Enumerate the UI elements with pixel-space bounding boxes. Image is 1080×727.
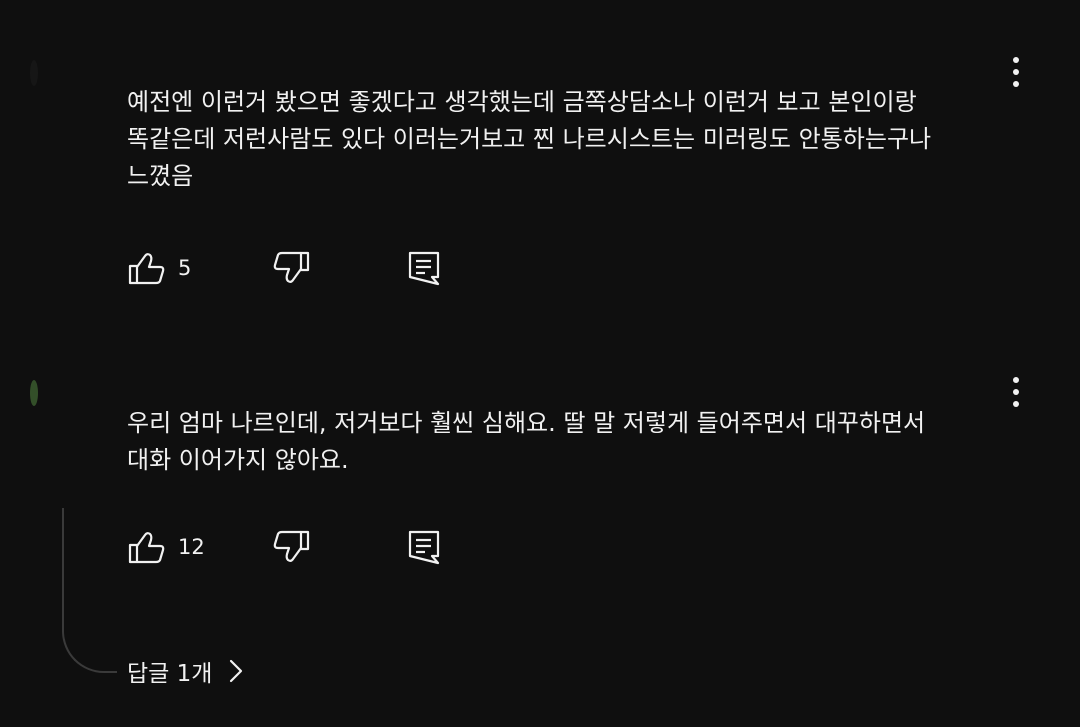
- thumbs-up-icon: [128, 253, 165, 285]
- thumbs-up-icon: [128, 532, 165, 564]
- avatar[interactable]: [30, 380, 38, 406]
- comments-screen: 예전엔 이런거 봤으면 좋겠다고 생각했는데 금쪽상담소나 이런거 보고 본인이…: [0, 0, 1080, 727]
- more-options-button[interactable]: [1004, 374, 1028, 410]
- more-vertical-icon: [1013, 377, 1019, 383]
- comment-item: 예전엔 이런거 봤으면 좋겠다고 생각했는데 금쪽상담소나 이런거 보고 본인이…: [0, 0, 1080, 330]
- like-button[interactable]: 5: [126, 246, 191, 290]
- like-count: 5: [178, 256, 192, 280]
- more-vertical-icon: [1013, 81, 1019, 87]
- like-count: 12: [178, 535, 205, 559]
- view-replies-button[interactable]: 답글 1개: [127, 652, 246, 690]
- reply-comment-icon: [408, 530, 440, 565]
- replies-label: 답글 1개: [127, 661, 213, 687]
- chevron-right-icon: [230, 659, 243, 683]
- comment-text: 예전엔 이런거 봤으면 좋겠다고 생각했는데 금쪽상담소나 이런거 보고 본인이…: [127, 88, 932, 190]
- like-button[interactable]: 12: [126, 525, 205, 569]
- dislike-button[interactable]: [272, 246, 312, 290]
- more-options-button[interactable]: [1004, 54, 1028, 90]
- avatar[interactable]: [30, 60, 38, 86]
- dislike-button[interactable]: [272, 525, 312, 569]
- comment-text: 우리 엄마 나르인데, 저거보다 훨씬 심해요. 딸 말 저렇게 들어주면서 대…: [127, 409, 926, 474]
- comment-author[interactable]: [126, 384, 326, 390]
- more-vertical-icon: [1013, 401, 1019, 407]
- reply-comment-icon: [408, 251, 440, 286]
- more-vertical-icon: [1013, 389, 1019, 395]
- thumbs-down-icon: [273, 530, 310, 562]
- comment-author[interactable]: [126, 64, 326, 70]
- thread-connector-line: [62, 508, 117, 673]
- more-vertical-icon: [1013, 69, 1019, 75]
- reply-button[interactable]: [404, 525, 444, 569]
- comment-actions: 12: [126, 525, 526, 569]
- reply-button[interactable]: [404, 246, 444, 290]
- comment-actions: 5: [126, 246, 526, 290]
- more-vertical-icon: [1013, 57, 1019, 63]
- thumbs-down-icon: [273, 251, 310, 283]
